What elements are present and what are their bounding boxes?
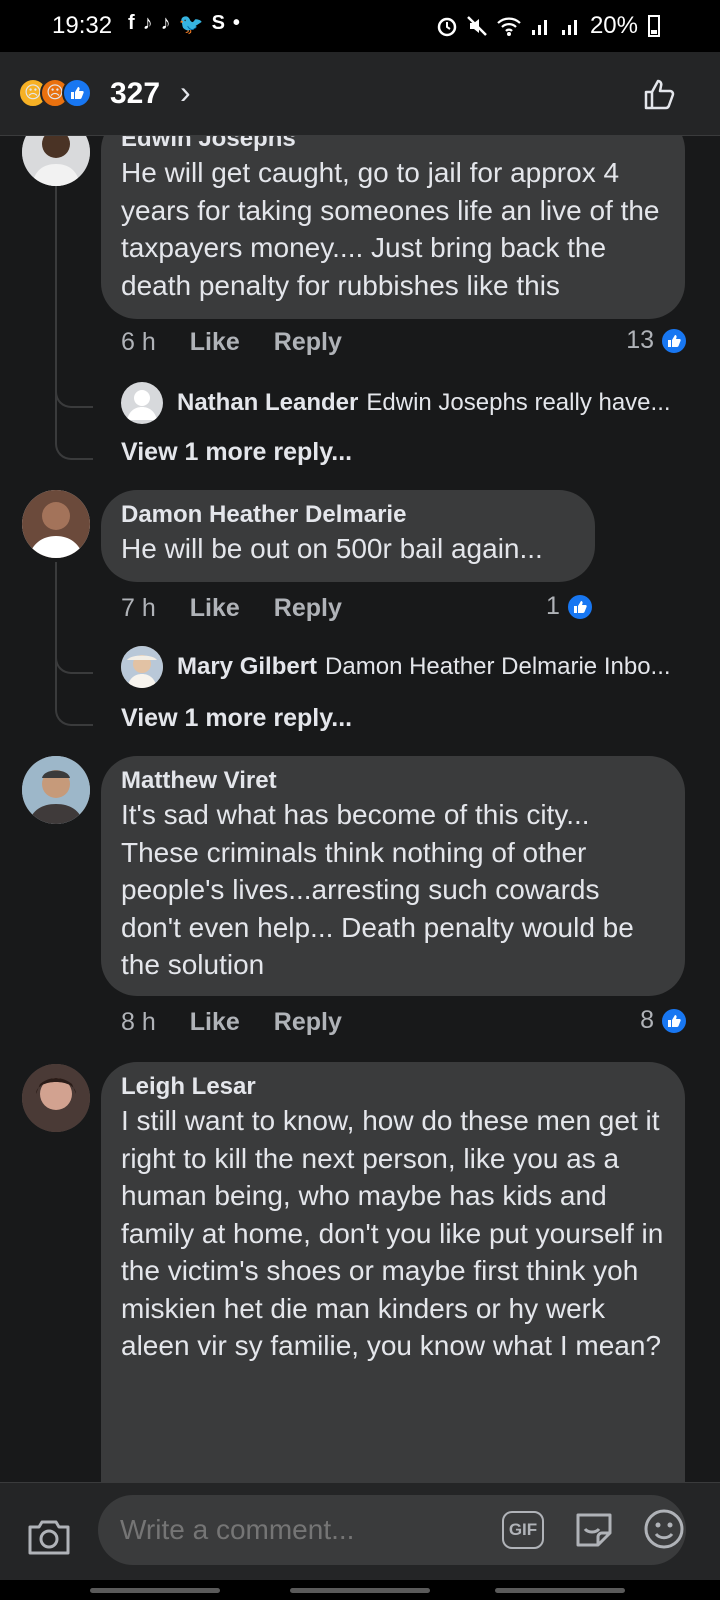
wifi-icon [497,17,521,36]
avatar[interactable] [22,756,90,824]
battery-percent: 20% [589,12,638,39]
comment-like-count[interactable]: 8 [640,1006,688,1035]
status-bar: 19:32 f ♪ ♪ 🐦 S • 20% [0,0,720,52]
comment-author[interactable]: Damon Heather Delmarie [121,500,575,530]
nav-handle[interactable] [90,1588,220,1593]
like-button[interactable]: Like [190,328,240,357]
sticker-icon[interactable] [572,1507,616,1551]
avatar[interactable] [22,490,90,558]
reply-preview[interactable]: Mary Gilbert Damon Heather Delmarie Inbo… [121,646,671,688]
like-badge-icon [565,592,594,621]
alarm-icon [437,17,457,37]
comment-like-count[interactable]: 13 [626,326,688,355]
s-app-icon: S [211,12,225,34]
comment-bubble[interactable]: Matthew Viret It's sad what has become o… [101,756,685,996]
comment-feed[interactable]: Edwin Josephs He will get caught, go to … [0,136,720,1482]
reactions-header: ☹ ☹ 327 › [0,52,720,136]
thread-connector [55,408,93,460]
reply-preview[interactable]: Nathan Leander Edwin Josephs really have… [121,382,671,424]
nav-handle[interactable] [290,1588,430,1593]
like-reaction-icon [62,78,92,108]
twitter-icon: 🐦 [178,14,204,36]
reply-button[interactable]: Reply [274,1008,342,1037]
comment-time[interactable]: 8 h [121,1008,156,1037]
avatar[interactable] [22,1064,90,1132]
more-dot-icon: • [232,12,240,34]
nav-handle[interactable] [495,1588,625,1593]
comment-text: He will get caught, go to jail for appro… [121,157,660,301]
comment-author[interactable]: Matthew Viret [121,766,665,796]
system-icons: 20% [436,12,660,40]
like-badge-icon [660,1006,688,1035]
camera-icon[interactable] [26,1513,72,1559]
avatar [121,646,163,688]
notification-icons: f ♪ ♪ 🐦 S • [128,12,240,37]
tiktok-icon: ♪ [160,12,171,34]
default-avatar-icon [121,382,163,424]
chevron-right-icon[interactable]: › [180,74,191,111]
reply-button[interactable]: Reply [274,594,342,623]
reaction-summary[interactable]: ☹ ☹ [18,78,92,108]
facebook-icon: f [128,12,135,34]
comment-actions: 8 h Like Reply [121,1008,342,1037]
view-more-replies[interactable]: View 1 more reply... [121,704,352,733]
thread-connector [55,636,93,674]
view-more-replies[interactable]: View 1 more reply... [121,438,352,467]
comment-text: It's sad what has become of this city...… [121,799,634,980]
like-badge-icon [660,326,688,355]
comment-actions: 6 h Like Reply [121,328,342,357]
comment-text: I still want to know, how do these men g… [121,1105,664,1361]
reply-text: Damon Heather Delmarie Inbo... [325,653,671,680]
comment-like-count[interactable]: 1 [546,592,594,621]
like-count-value: 1 [546,592,560,620]
like-outline-icon[interactable] [642,76,678,112]
signal-icon [531,20,547,35]
tiktok-icon: ♪ [142,12,153,34]
like-button[interactable]: Like [190,594,240,623]
comment-bubble[interactable]: Damon Heather Delmarie He will be out on… [101,490,595,582]
comment-author[interactable]: Edwin Josephs [121,136,665,154]
gif-button[interactable]: GIF [502,1511,544,1549]
comment-time[interactable]: 7 h [121,594,156,623]
reply-text: Edwin Josephs really have... [366,389,671,416]
comment-time[interactable]: 6 h [121,328,156,357]
reply-button[interactable]: Reply [274,328,342,357]
like-count-value: 13 [626,326,654,354]
emoji-icon[interactable] [642,1507,686,1551]
system-nav-bar [0,1580,720,1600]
thread-connector [55,366,93,408]
thread-connector [55,674,93,726]
reply-author[interactable]: Mary Gilbert [177,653,317,681]
comment-bubble[interactable]: Edwin Josephs He will get caught, go to … [101,136,685,319]
comment-text: He will be out on 500r bail again... [121,533,543,564]
status-time: 19:32 [52,12,113,39]
comment-author[interactable]: Leigh Lesar [121,1072,665,1102]
mute-icon [467,16,487,36]
reaction-count[interactable]: 327 [110,77,160,111]
comment-actions: 7 h Like Reply [121,594,342,623]
like-button[interactable]: Like [190,1008,240,1037]
avatar[interactable] [22,136,90,186]
like-count-value: 8 [640,1006,654,1034]
battery-icon [648,15,660,37]
comment-bubble[interactable]: Leigh Lesar I still want to know, how do… [101,1062,685,1482]
signal-icon [561,20,577,35]
reply-author[interactable]: Nathan Leander [177,389,358,417]
